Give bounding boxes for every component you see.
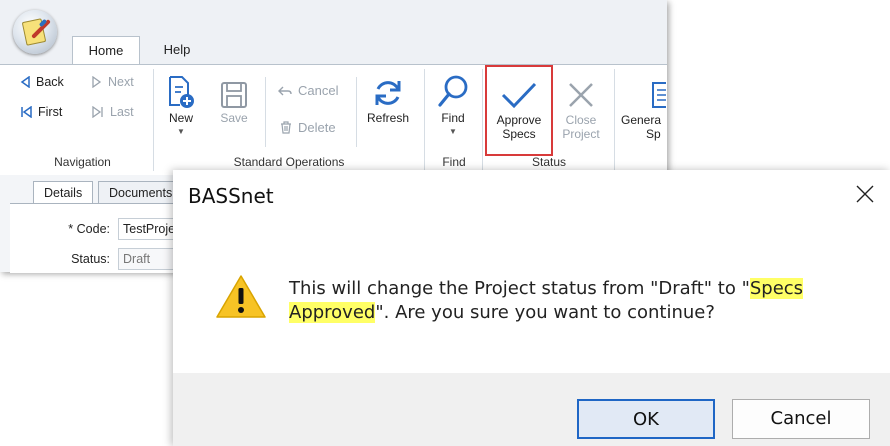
app-menu-button[interactable] [13, 10, 57, 54]
message-highlight-approved: Approved [289, 302, 376, 323]
checkmark-icon [501, 82, 537, 109]
close-icon [856, 185, 874, 203]
chevron-down-icon: ▼ [449, 127, 457, 136]
next-button[interactable]: Next [92, 75, 134, 89]
message-highlight-specs: Specs [749, 278, 804, 299]
back-label: Back [36, 75, 64, 89]
delete-label: Delete [298, 120, 336, 135]
group-divider [424, 69, 425, 171]
message-text-start: This will change the Project status from… [289, 278, 750, 299]
separator [265, 77, 266, 147]
dialog-message: This will change the Project status from… [289, 277, 869, 325]
find-button[interactable]: Find ▼ [432, 73, 474, 139]
confirmation-dialog: BASSnet This will change the Project sta… [173, 170, 890, 446]
cancel-ribbon-label: Cancel [298, 83, 339, 98]
approve-specs-label-line1: Approve [496, 113, 542, 127]
approve-specs-label-line2: Specs [502, 127, 536, 141]
message-text-end: ". Are you sure you want to continue? [375, 302, 715, 323]
magnifier-icon [438, 75, 468, 107]
dialog-close-button[interactable] [851, 180, 879, 208]
undo-icon [278, 86, 292, 95]
navigation-group-label: Navigation [54, 155, 111, 169]
next-arrow-icon [92, 76, 102, 88]
group-divider [153, 69, 154, 171]
last-label: Last [110, 105, 134, 119]
generate-specs-button[interactable]: Genera Sp [618, 73, 667, 141]
tab-home[interactable]: Home [72, 36, 140, 65]
code-label: * Code: [68, 222, 110, 236]
first-icon [21, 106, 32, 118]
dialog-footer: OK Cancel [173, 373, 890, 446]
status-group-label: Status [531, 155, 567, 169]
delete-button[interactable]: Delete [280, 120, 336, 135]
back-arrow-icon [20, 76, 30, 88]
first-label: First [38, 105, 63, 119]
generate-label-line2: Sp [646, 127, 661, 141]
first-button[interactable]: First [20, 105, 62, 119]
warning-icon [215, 274, 267, 325]
new-document-icon [169, 76, 194, 108]
approve-specs-button[interactable]: Approve Specs [490, 73, 548, 141]
refresh-button[interactable]: Refresh [362, 73, 414, 125]
status-label: Status: [71, 252, 110, 266]
generate-label-line1: Genera [621, 113, 662, 127]
back-button[interactable]: Back [20, 75, 64, 89]
next-label: Next [108, 75, 134, 89]
save-button[interactable]: Save [214, 73, 254, 125]
dialog-title: BASSnet [188, 184, 274, 208]
cancel-ribbon-button[interactable]: Cancel [278, 83, 338, 98]
trash-icon [281, 121, 291, 134]
save-icon [221, 82, 247, 108]
close-project-label-line1: Close [565, 113, 597, 127]
chevron-down-icon: ▼ [177, 127, 185, 136]
separator [356, 77, 357, 147]
tab-details[interactable]: Details [33, 181, 94, 204]
ribbon: Back Next First Last Navigation New ▼ Sa… [0, 64, 667, 176]
close-project-label-line2: Project [562, 127, 600, 141]
ok-button[interactable]: OK [577, 399, 715, 439]
refresh-icon [375, 81, 401, 105]
refresh-label: Refresh [366, 111, 410, 125]
close-project-button[interactable]: Close Project [556, 73, 606, 141]
save-label: Save [220, 111, 248, 125]
group-divider [614, 69, 615, 171]
standard-operations-group-label: Standard Operations [233, 155, 345, 169]
last-button[interactable]: Last [92, 105, 134, 119]
find-label: Find [441, 111, 465, 125]
tab-help[interactable]: Help [148, 36, 206, 64]
close-x-icon [569, 83, 593, 107]
new-label: New [168, 111, 193, 125]
tab-documents[interactable]: Documents [98, 181, 184, 204]
new-button[interactable]: New ▼ [162, 73, 200, 139]
find-group-label: Find [442, 155, 466, 169]
document-icon [652, 82, 666, 108]
group-divider [482, 69, 483, 171]
cancel-button[interactable]: Cancel [732, 399, 870, 439]
last-icon [92, 106, 103, 118]
